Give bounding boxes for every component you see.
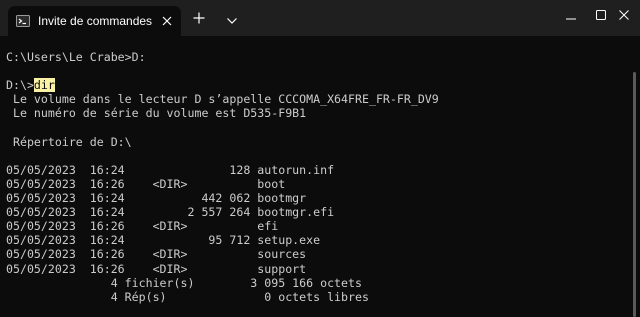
- tab-close-icon[interactable]: [160, 14, 174, 28]
- terminal-window: Invite de commandes C:\Users\Le Crabe>D:…: [0, 0, 640, 317]
- maximize-icon: [596, 7, 606, 25]
- dir-entry: 05/05/2023 16:24 128 autorun.inf: [6, 162, 335, 177]
- terminal-line: C:\Users\Le Crabe>D:: [6, 50, 146, 65]
- dir-summary-dirs: 4 Rép(s) 0 octets libres: [6, 289, 369, 304]
- tab-title: Invite de commandes: [38, 14, 153, 28]
- minimize-icon: [566, 7, 576, 25]
- terminal-line: Le volume dans le lecteur D s’appelle CC…: [6, 92, 439, 107]
- dir-entry: 05/05/2023 16:24 95 712 setup.exe: [6, 233, 321, 248]
- terminal-line: Répertoire de D:\: [6, 134, 132, 149]
- highlighted-command: dir: [33, 78, 55, 93]
- prompt-text: D:\>: [6, 78, 34, 93]
- terminal-output[interactable]: C:\Users\Le Crabe>D: D:\>dir Le volume d…: [0, 36, 630, 317]
- tab-dropdown-button[interactable]: [222, 10, 242, 30]
- chevron-down-icon: [227, 11, 237, 29]
- dir-entry: 05/05/2023 16:26 <DIR> support: [6, 261, 307, 276]
- terminal-icon: [16, 14, 30, 28]
- tab-command-prompt[interactable]: Invite de commandes: [8, 6, 181, 36]
- dir-entry: 05/05/2023 16:24 2 557 264 bootmgr.efi: [6, 205, 335, 220]
- plus-icon: [193, 11, 205, 29]
- close-window-button[interactable]: [608, 0, 640, 32]
- new-tab-button[interactable]: [189, 10, 209, 30]
- terminal-line-prompt: D:\>dir: [6, 78, 630, 93]
- vertical-scrollbar[interactable]: [633, 72, 636, 317]
- dir-entry: 05/05/2023 16:26 <DIR> sources: [6, 247, 307, 262]
- dir-summary-files: 4 fichier(s) 3 095 166 octets: [6, 275, 362, 290]
- dir-entry: 05/05/2023 16:26 <DIR> efi: [6, 219, 279, 234]
- title-bar: Invite de commandes: [0, 0, 640, 36]
- terminal-line: Le numéro de série du volume est D535-F9…: [6, 106, 307, 121]
- close-icon: [619, 7, 629, 25]
- dir-entry: 05/05/2023 16:26 <DIR> boot: [6, 176, 286, 191]
- dir-entry: 05/05/2023 16:24 442 062 bootmgr: [6, 191, 307, 206]
